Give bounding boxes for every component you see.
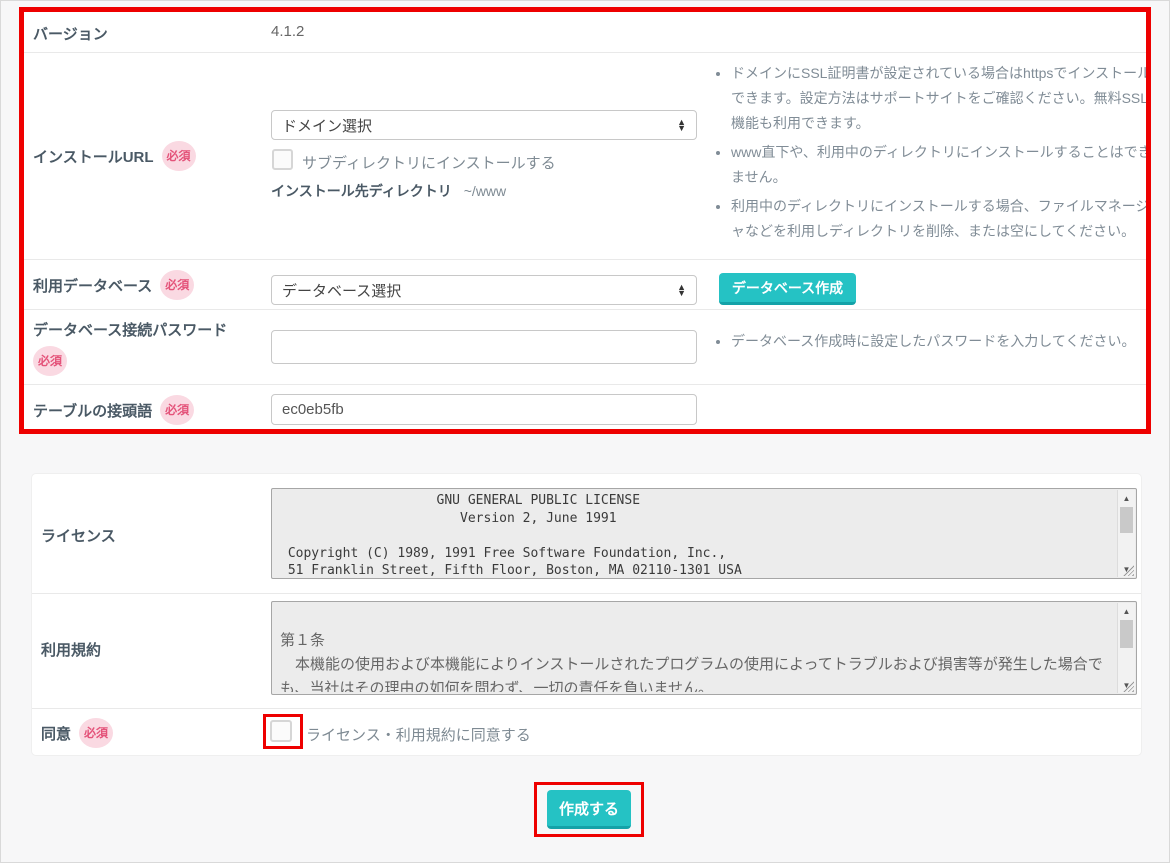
required-badge: 必須 <box>160 270 194 300</box>
install-dir-label: インストール先ディレクトリ <box>271 181 452 201</box>
version-label: バージョン <box>33 23 108 44</box>
required-badge: 必須 <box>33 346 67 376</box>
db-password-label-block: データベース接続パスワード 必須 <box>33 319 227 376</box>
database-label-row: 利用データベース 必須 <box>33 270 194 300</box>
db-password-notes: データベース作成時に設定したパスワードを入力してください。 <box>714 329 1155 358</box>
note-item: データベース作成時に設定したパスワードを入力してください。 <box>731 329 1155 354</box>
table-prefix-label: テーブルの接頭語 <box>33 400 152 421</box>
subdir-checkbox-label: サブディレクトリにインストールする <box>302 152 556 173</box>
note-item: ドメインにSSL証明書が設定されている場合はhttpsでインストールできます。設… <box>731 61 1155 136</box>
install-form-page: バージョン 4.1.2 インストールURL 必須 ドメイン選択 ▲▼ サブディレ… <box>0 0 1170 863</box>
divider <box>24 52 1146 53</box>
create-database-button[interactable]: データベース作成 <box>719 273 856 305</box>
select-updown-icon: ▲▼ <box>677 119 686 131</box>
scrollbar-thumb[interactable] <box>1120 620 1133 648</box>
note-item: www直下や、利用中のディレクトリにインストールすることはできません。 <box>731 140 1155 190</box>
agree-label: 同意 <box>41 723 71 744</box>
agree-label-row: 同意 必須 <box>41 718 113 748</box>
terms-textarea[interactable]: 第１条 本機能の使用および本機能によりインストールされたプログラムの使用によって… <box>271 601 1137 695</box>
table-prefix-label-row: テーブルの接頭語 必須 <box>33 395 194 425</box>
scroll-up-icon[interactable]: ▲ <box>1118 490 1135 506</box>
domain-select[interactable]: ドメイン選択 ▲▼ <box>271 110 697 140</box>
domain-select-value: ドメイン選択 <box>282 115 372 136</box>
terms-label: 利用規約 <box>41 639 101 660</box>
required-badge: 必須 <box>79 718 113 748</box>
license-textarea[interactable]: GNU GENERAL PUBLIC LICENSE Version 2, Ju… <box>271 488 1137 579</box>
scrollbar-thumb[interactable] <box>1120 507 1133 533</box>
divider <box>24 259 1146 260</box>
db-password-input[interactable] <box>271 330 697 364</box>
select-updown-icon: ▲▼ <box>677 284 686 296</box>
db-password-label: データベース接続パスワード <box>33 319 227 340</box>
note-item: 利用中のディレクトリにインストールする場合、ファイルマネージャなどを利用しディレ… <box>731 194 1155 244</box>
version-value: 4.1.2 <box>271 23 304 40</box>
agree-checkbox-label: ライセンス・利用規約に同意する <box>306 724 531 745</box>
license-text: GNU GENERAL PUBLIC LICENSE Version 2, Ju… <box>280 492 1112 576</box>
install-dir-row: インストール先ディレクトリ ~/www <box>271 181 506 201</box>
install-dir-value: ~/www <box>464 183 506 199</box>
divider <box>24 309 1146 310</box>
table-prefix-input[interactable] <box>271 394 697 425</box>
database-label: 利用データベース <box>33 275 152 296</box>
install-url-label-row: インストールURL 必須 <box>33 141 196 171</box>
divider <box>32 708 1141 709</box>
terms-scrollbar[interactable]: ▲ ▼ <box>1117 603 1135 693</box>
database-select-value: データベース選択 <box>282 280 401 301</box>
subdir-checkbox[interactable] <box>272 149 293 170</box>
database-select[interactable]: データベース選択 ▲▼ <box>271 275 697 305</box>
scroll-up-icon[interactable]: ▲ <box>1118 603 1135 619</box>
install-url-notes: ドメインにSSL証明書が設定されている場合はhttpsでインストールできます。設… <box>714 61 1155 248</box>
terms-text: 第１条 本機能の使用および本機能によりインストールされたプログラムの使用によって… <box>280 605 1112 692</box>
divider <box>32 593 1141 594</box>
agree-checkbox[interactable] <box>270 720 292 742</box>
license-label: ライセンス <box>41 525 116 546</box>
install-url-label: インストールURL <box>33 146 154 167</box>
required-badge: 必須 <box>160 395 194 425</box>
license-scrollbar[interactable]: ▲ ▼ <box>1117 490 1135 577</box>
required-badge: 必須 <box>162 141 196 171</box>
divider <box>24 384 1146 385</box>
create-submit-button[interactable]: 作成する <box>547 790 631 829</box>
